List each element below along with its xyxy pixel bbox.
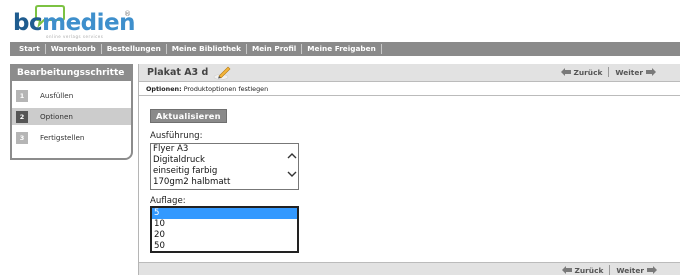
ausfuehrung-option[interactable]: Flyer A3 — [151, 144, 298, 155]
auflage-label: Auflage: — [150, 196, 186, 206]
main-content: Plakat A3 d Zurück Weiter Optionen: Prod… — [138, 64, 680, 275]
page-navigation: Zurück Weiter — [560, 67, 656, 77]
nav-mein-profil[interactable]: Mein Profil — [247, 44, 303, 54]
step-fertigstellen[interactable]: 3 Fertigstellen — [12, 129, 131, 146]
auflage-listbox[interactable]: 5 10 20 50 — [150, 206, 299, 253]
nav-warenkorb[interactable]: Warenkorb — [46, 44, 102, 54]
arrow-left-icon — [561, 266, 572, 274]
step-number: 1 — [16, 89, 28, 102]
auflage-option[interactable]: 10 — [152, 219, 297, 230]
page-title: Plakat A3 d — [147, 67, 209, 78]
ausfuehrung-option[interactable]: einseitig farbig — [151, 166, 298, 177]
chevron-up-icon[interactable] — [287, 152, 297, 160]
pen-icon — [213, 66, 231, 80]
next-label: Weiter — [615, 67, 643, 77]
nav-meine-bibliothek[interactable]: Meine Bibliothek — [167, 44, 247, 54]
subheader-label: Optionen: — [146, 85, 182, 93]
update-button[interactable]: Aktualisieren — [150, 109, 227, 123]
step-label: Fertigstellen — [40, 133, 85, 142]
step-label: Optionen — [40, 112, 73, 121]
step-number: 3 — [16, 131, 28, 144]
footer-navigation: Zurück Weiter — [561, 265, 657, 275]
ausfuehrung-option[interactable]: 170gm2 halbmatt — [151, 177, 298, 188]
back-label: Zurück — [573, 67, 603, 77]
step-ausfuellen[interactable]: 1 Ausfüllen — [12, 87, 131, 104]
next-link[interactable]: Weiter — [616, 266, 657, 275]
arrow-right-icon — [647, 266, 657, 274]
logo-wordmark: bcmedien — [13, 10, 135, 36]
arrow-left-icon — [560, 68, 571, 76]
step-list: 1 Ausfüllen 2 Optionen 3 Fertigstellen — [12, 87, 131, 146]
ausfuehrung-label: Ausführung: — [150, 131, 203, 141]
ausfuehrung-option[interactable]: Digitaldruck — [151, 155, 298, 166]
back-link[interactable]: Zurück — [560, 67, 603, 77]
bc-medien-logo[interactable]: bcmedien ® online verlags services — [10, 4, 150, 40]
arrow-right-icon — [646, 68, 656, 76]
logo-tagline: online verlags services — [46, 34, 104, 39]
next-link[interactable]: Weiter — [615, 68, 656, 77]
ausfuehrung-listbox[interactable]: Flyer A3 Digitaldruck einseitig farbig 1… — [150, 143, 299, 190]
auflage-option-selected[interactable]: 5 — [152, 208, 297, 219]
nav-separator — [608, 67, 610, 77]
auflage-option[interactable]: 20 — [152, 230, 297, 241]
steps-sidebar: Bearbeitungsschritte 1 Ausfüllen 2 Optio… — [10, 64, 133, 160]
step-number: 2 — [16, 110, 28, 123]
nav-bestellungen[interactable]: Bestellungen — [102, 44, 167, 54]
registered-mark: ® — [124, 10, 131, 18]
step-label: Ausfüllen — [40, 91, 74, 100]
next-label: Weiter — [616, 265, 644, 275]
chevron-down-icon[interactable] — [287, 170, 297, 178]
back-label: Zurück — [574, 265, 604, 275]
nav-meine-freigaben[interactable]: Meine Freigaben — [302, 44, 382, 54]
nav-separator — [609, 265, 611, 275]
content-footer: Zurück Weiter — [139, 262, 680, 275]
content-header: Plakat A3 d Zurück Weiter — [139, 64, 680, 82]
auflage-option[interactable]: 50 — [152, 241, 297, 252]
back-link[interactable]: Zurück — [561, 265, 604, 275]
step-optionen[interactable]: 2 Optionen — [12, 108, 131, 125]
options-subheader: Optionen: Produktoptionen festlegen — [139, 82, 680, 96]
top-navigation: Start Warenkorb Bestellungen Meine Bibli… — [10, 42, 680, 56]
subheader-text: Produktoptionen festlegen — [183, 85, 269, 93]
sidebar-title: Bearbeitungsschritte — [12, 66, 131, 81]
nav-start[interactable]: Start — [14, 44, 46, 54]
listbox-scrollbar[interactable] — [287, 150, 297, 184]
